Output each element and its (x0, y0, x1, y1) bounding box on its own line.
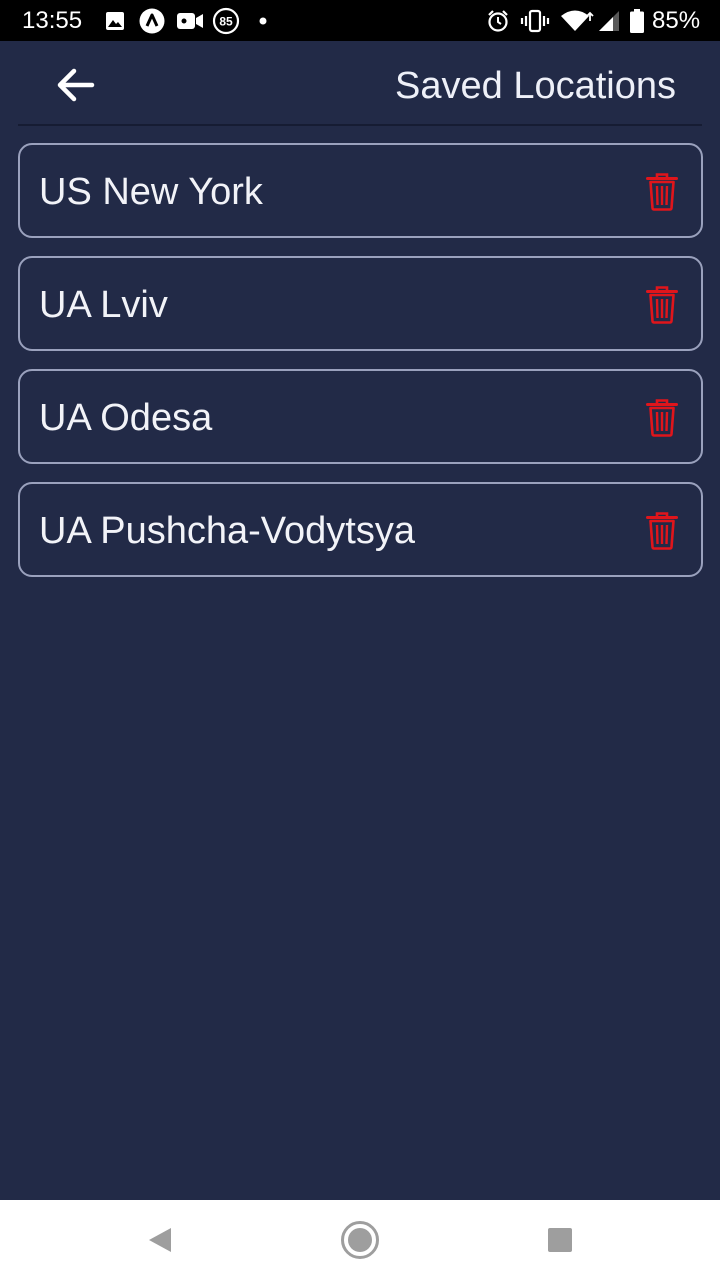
status-time: 13:55 (22, 7, 83, 34)
status-bar: 13:55 85 85% (0, 0, 720, 41)
location-list: US New York UA Lviv UA Odesa UA Pushcha-… (18, 143, 703, 595)
trash-icon (646, 173, 678, 211)
battery-icon (628, 0, 646, 41)
trash-icon (646, 512, 678, 550)
app-a-icon (138, 0, 166, 41)
delete-button[interactable] (642, 285, 682, 325)
page-title: Saved Locations (395, 65, 676, 107)
delete-button[interactable] (642, 172, 682, 212)
badge-85-text: 85 (219, 14, 233, 28)
location-label: US New York (39, 171, 263, 213)
image-icon (103, 0, 127, 41)
signal-icon (597, 0, 621, 41)
delete-button[interactable] (642, 398, 682, 438)
location-label: UA Odesa (39, 397, 213, 439)
wifi-icon (559, 0, 595, 41)
location-label: UA Lviv (39, 284, 168, 326)
nav-back-icon (149, 1228, 171, 1252)
video-camera-icon (175, 0, 205, 41)
app-header: Saved Locations (0, 41, 720, 125)
location-item[interactable]: UA Odesa (18, 369, 703, 464)
delete-button[interactable] (642, 511, 682, 551)
nav-back-button[interactable] (136, 1218, 184, 1262)
badge-85-icon: 85 (212, 0, 240, 41)
dot-icon (256, 0, 270, 41)
nav-home-icon (341, 1221, 379, 1259)
vibrate-icon (520, 0, 550, 41)
location-item[interactable]: US New York (18, 143, 703, 238)
header-divider (18, 124, 702, 126)
location-item[interactable]: UA Pushcha-Vodytsya (18, 482, 703, 577)
navigation-bar (0, 1200, 720, 1280)
location-item[interactable]: UA Lviv (18, 256, 703, 351)
nav-home-button[interactable] (336, 1218, 384, 1262)
nav-recents-icon (548, 1228, 572, 1252)
battery-percent: 85% (652, 7, 701, 34)
trash-icon (646, 399, 678, 437)
location-label: UA Pushcha-Vodytsya (39, 510, 415, 552)
nav-recents-button[interactable] (536, 1218, 584, 1262)
back-button[interactable] (52, 65, 100, 105)
trash-icon (646, 286, 678, 324)
alarm-icon (485, 0, 511, 41)
arrow-left-icon (57, 68, 95, 102)
